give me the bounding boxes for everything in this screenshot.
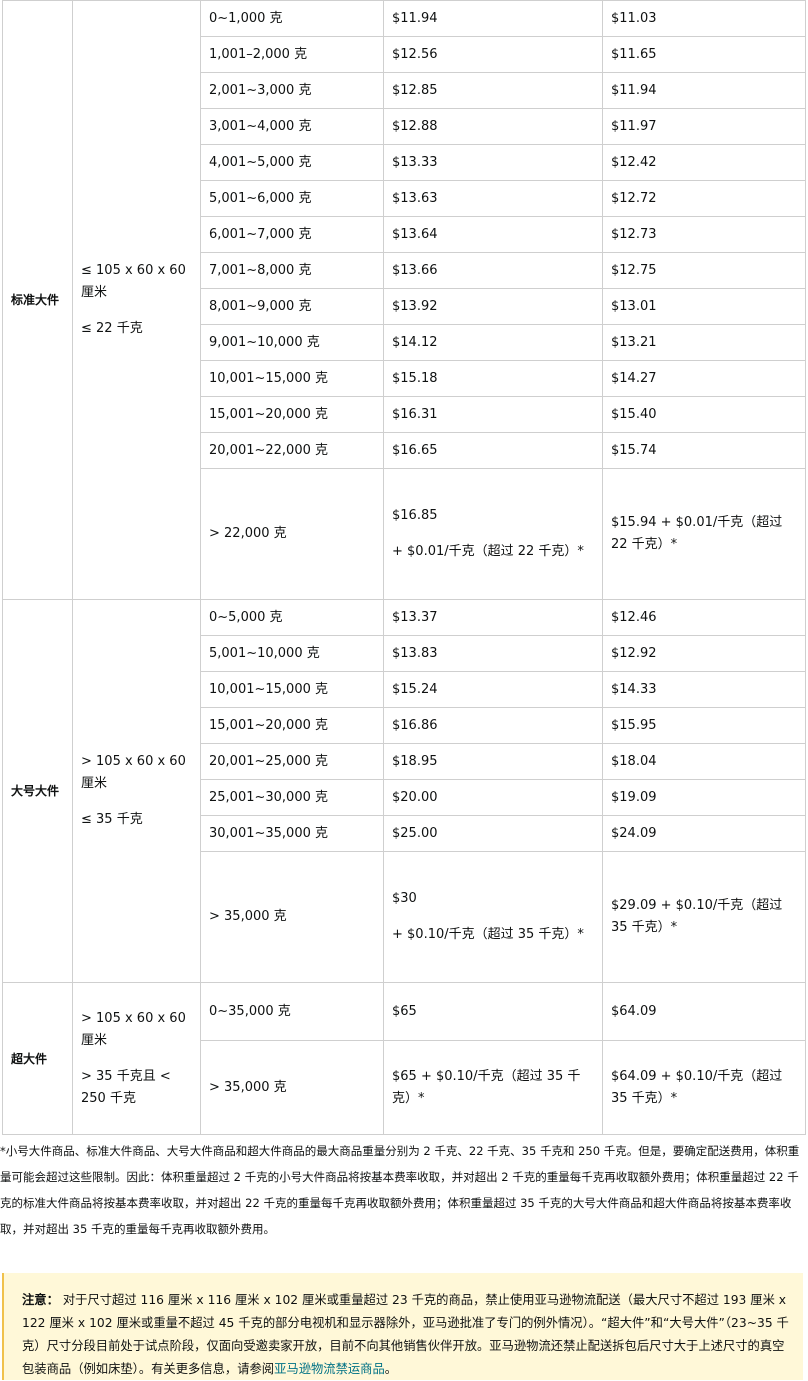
fee-b: $12.92 <box>602 635 806 672</box>
fee-a: $18.95 <box>383 743 603 780</box>
fee-table-wrapper: 标准大件 ≤ 105 x 60 x 60 厘米 ≤ 22 千克 0~1,000 … <box>2 0 806 1135</box>
footnote: *小号大件商品、标准大件商品、大号大件商品和超大件商品的最大商品重量分别为 2 … <box>0 1144 800 1236</box>
weight-range: 30,001~35,000 克 <box>200 815 384 852</box>
fee-b: $13.01 <box>602 288 806 325</box>
fee-b: $15.94 + $0.01/千克（超过 22 千克）* <box>602 468 806 600</box>
fee-base: $16.85 <box>392 508 438 523</box>
fee-a: $65 + $0.10/千克（超过 35 千克）* <box>383 1040 603 1135</box>
weight-range: 0~1,000 克 <box>200 0 384 37</box>
fee-a: $20.00 <box>383 779 603 816</box>
fee-b: $14.33 <box>602 671 806 708</box>
weight-range: 8,001~9,000 克 <box>200 288 384 325</box>
fee-a: $13.83 <box>383 635 603 672</box>
fee-a: $13.64 <box>383 216 603 253</box>
fee-a: $16.31 <box>383 396 603 433</box>
restricted-products-link[interactable]: 亚马逊物流禁运商品 <box>274 1362 385 1376</box>
fee-a: $16.85 + $0.01/千克（超过 22 千克）* <box>383 468 603 600</box>
fee-a: $13.66 <box>383 252 603 289</box>
weight-range: 9,001~10,000 克 <box>200 324 384 361</box>
fee-a: $13.33 <box>383 144 603 181</box>
weight-range: 15,001~20,000 克 <box>200 707 384 744</box>
tier-large-dimensions: > 105 x 60 x 60 厘米 ≤ 35 千克 <box>72 599 201 983</box>
tier-extra-dimensions: > 105 x 60 x 60 厘米 > 35 千克且 < 250 千克 <box>72 982 201 1135</box>
weight-range: 6,001~7,000 克 <box>200 216 384 253</box>
fee-b: $29.09 + $0.10/千克（超过 35 千克）* <box>602 851 806 983</box>
fee-b: $15.40 <box>602 396 806 433</box>
fee-b: $12.46 <box>602 599 806 636</box>
fee-surcharge: + $0.10/千克（超过 35 千克）* <box>392 927 584 942</box>
weight-range: 5,001~10,000 克 <box>200 635 384 672</box>
weight-range: 15,001~20,000 克 <box>200 396 384 433</box>
fee-a: $30 + $0.10/千克（超过 35 千克）* <box>383 851 603 983</box>
weight-range: 20,001~22,000 克 <box>200 432 384 469</box>
weight-range: > 35,000 克 <box>200 1040 384 1135</box>
fee-b: $12.72 <box>602 180 806 217</box>
fee-b: $12.75 <box>602 252 806 289</box>
tier-extra: 超大件 <box>2 982 73 1135</box>
fee-b: $11.03 <box>602 0 806 37</box>
weight-range: 3,001~4,000 克 <box>200 108 384 145</box>
weight-limit-text: > 35 千克且 < 250 千克 <box>81 1068 171 1106</box>
fee-b: $11.94 <box>602 72 806 109</box>
weight-range: 10,001~15,000 克 <box>200 360 384 397</box>
fee-b: $19.09 <box>602 779 806 816</box>
weight-range: > 22,000 克 <box>200 468 384 600</box>
weight-range: 2,001~3,000 克 <box>200 72 384 109</box>
fee-b: $14.27 <box>602 360 806 397</box>
fee-a: $14.12 <box>383 324 603 361</box>
fee-a: $15.24 <box>383 671 603 708</box>
table-row: 超大件 > 105 x 60 x 60 厘米 > 35 千克且 < 250 千克… <box>2 982 806 1135</box>
weight-range: 25,001~30,000 克 <box>200 779 384 816</box>
tier-standard-dimensions: ≤ 105 x 60 x 60 厘米 ≤ 22 千克 <box>72 0 201 600</box>
tier-standard: 标准大件 <box>2 0 73 600</box>
fee-a: $12.56 <box>383 36 603 73</box>
weight-limit-text: ≤ 35 千克 <box>81 812 143 827</box>
notice-box: 注意： 对于尺寸超过 116 厘米 x 116 厘米 x 102 厘米或重量超过… <box>2 1273 803 1380</box>
dims-text: > 105 x 60 x 60 厘米 <box>81 1010 186 1048</box>
dims-text: ≤ 105 x 60 x 60 厘米 <box>81 263 186 300</box>
fee-a: $12.85 <box>383 72 603 109</box>
weight-range: 0~35,000 克 <box>200 982 384 1041</box>
fee-a: $13.92 <box>383 288 603 325</box>
weight-limit-text: ≤ 22 千克 <box>81 321 143 336</box>
fee-a: $65 <box>383 982 603 1041</box>
fee-base: $30 <box>392 891 417 906</box>
fee-a: $16.86 <box>383 707 603 744</box>
table-row: 大号大件 > 105 x 60 x 60 厘米 ≤ 35 千克 0~5,000 … <box>2 599 806 983</box>
notice-text: 对于尺寸超过 116 厘米 x 116 厘米 x 102 厘米或重量超过 23 … <box>22 1293 789 1376</box>
fee-a: $11.94 <box>383 0 603 37</box>
fee-b: $18.04 <box>602 743 806 780</box>
weight-range: 0~5,000 克 <box>200 599 384 636</box>
dims-text: > 105 x 60 x 60 厘米 <box>81 754 186 791</box>
fee-table: 标准大件 ≤ 105 x 60 x 60 厘米 ≤ 22 千克 0~1,000 … <box>2 0 806 1135</box>
fee-a: $16.65 <box>383 432 603 469</box>
weight-range: 5,001~6,000 克 <box>200 180 384 217</box>
weight-range: 7,001~8,000 克 <box>200 252 384 289</box>
fee-b: $15.95 <box>602 707 806 744</box>
fee-b: $11.97 <box>602 108 806 145</box>
fee-b: $13.21 <box>602 324 806 361</box>
fee-b: $24.09 <box>602 815 806 852</box>
fee-b: $12.73 <box>602 216 806 253</box>
weight-range: 20,001~25,000 克 <box>200 743 384 780</box>
fee-a: $13.37 <box>383 599 603 636</box>
weight-range: > 35,000 克 <box>200 851 384 983</box>
fee-b: $64.09 <box>602 982 806 1041</box>
fee-a: $25.00 <box>383 815 603 852</box>
tier-large: 大号大件 <box>2 599 73 983</box>
fee-surcharge: + $0.01/千克（超过 22 千克）* <box>392 544 584 559</box>
weight-range: 1,001–2,000 克 <box>200 36 384 73</box>
fee-b: $15.74 <box>602 432 806 469</box>
fee-b: $11.65 <box>602 36 806 73</box>
fee-a: $15.18 <box>383 360 603 397</box>
notice-label: 注意： <box>22 1293 59 1307</box>
weight-range: 10,001~15,000 克 <box>200 671 384 708</box>
table-row: 标准大件 ≤ 105 x 60 x 60 厘米 ≤ 22 千克 0~1,000 … <box>2 0 806 600</box>
fee-b: $64.09 + $0.10/千克（超过 35 千克）* <box>602 1040 806 1135</box>
notice-end: 。 <box>384 1362 398 1376</box>
fee-a: $13.63 <box>383 180 603 217</box>
fee-a: $12.88 <box>383 108 603 145</box>
weight-range: 4,001~5,000 克 <box>200 144 384 181</box>
fee-b: $12.42 <box>602 144 806 181</box>
